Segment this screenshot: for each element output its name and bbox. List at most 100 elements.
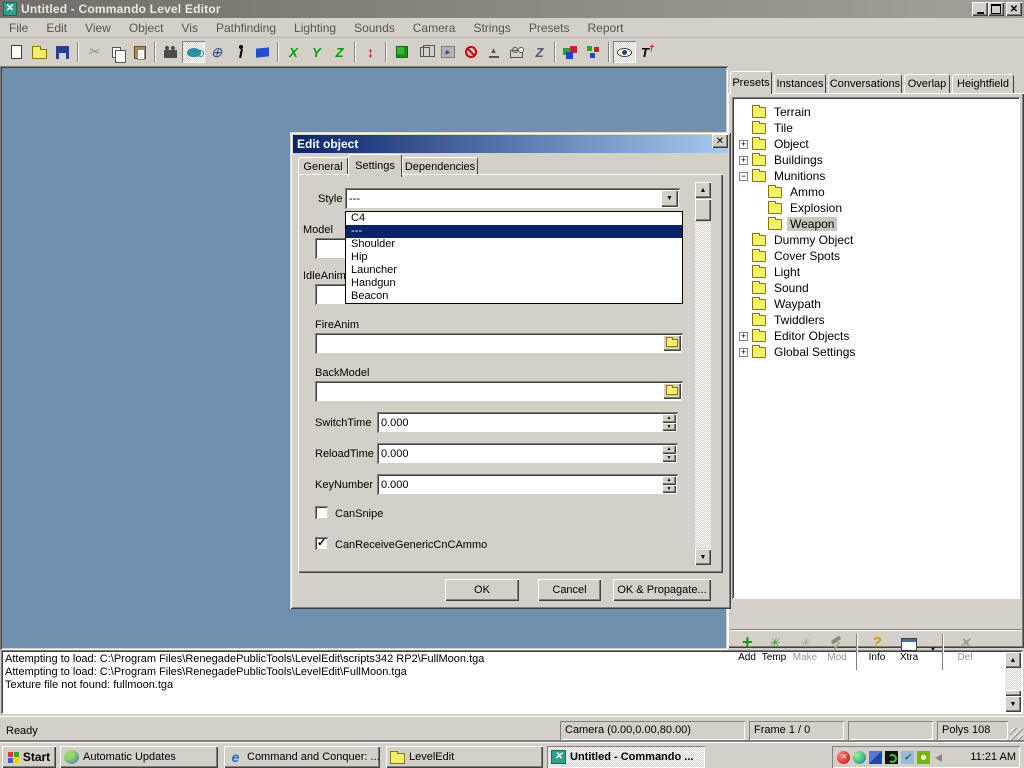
- tree-item-buildings[interactable]: Buildings: [732, 152, 1020, 168]
- scroll-thumb[interactable]: [695, 199, 711, 221]
- tab-conversations[interactable]: Conversations: [828, 74, 902, 93]
- task-leveledit[interactable]: LevelEdit: [386, 746, 543, 768]
- reloadtime-field[interactable]: 0.000: [377, 443, 678, 464]
- tree-item-tile[interactable]: Tile: [732, 120, 1020, 136]
- ok-button[interactable]: OK: [445, 579, 519, 601]
- render-mode-button[interactable]: [182, 41, 205, 63]
- resize-grip[interactable]: [1010, 728, 1023, 741]
- expand-icon[interactable]: [739, 332, 748, 341]
- billboard-button[interactable]: [436, 41, 459, 63]
- keynumber-spinner[interactable]: [662, 476, 676, 493]
- tab-heightfield[interactable]: Heightfield: [952, 74, 1014, 93]
- dropdown-item-selected[interactable]: ---: [346, 225, 682, 238]
- tree-item-waypath[interactable]: Waypath: [732, 296, 1020, 312]
- copy-button[interactable]: [105, 41, 128, 63]
- tree-item-cover-spots[interactable]: Cover Spots: [732, 248, 1020, 264]
- solid-cube-button[interactable]: [390, 41, 413, 63]
- expand-icon[interactable]: [739, 156, 748, 165]
- menu-sounds[interactable]: Sounds: [345, 18, 404, 38]
- menu-report[interactable]: Report: [579, 18, 633, 38]
- tree-item-twiddlers[interactable]: Twiddlers: [732, 312, 1020, 328]
- style-combobox[interactable]: ---: [345, 188, 680, 209]
- rgb-cubes-button[interactable]: [559, 41, 582, 63]
- error-status-icon[interactable]: [837, 751, 850, 764]
- scroll-down-icon[interactable]: [695, 549, 711, 565]
- dialog-close-button[interactable]: [712, 134, 728, 148]
- info-button[interactable]: Info: [862, 634, 892, 663]
- move-vertical-button[interactable]: [359, 41, 382, 63]
- nvidia-settings-icon[interactable]: [917, 751, 930, 764]
- minimize-button[interactable]: [972, 2, 988, 16]
- paste-button[interactable]: [128, 41, 151, 63]
- dropdown-item[interactable]: Hip: [346, 251, 682, 264]
- fireanim-field[interactable]: [315, 333, 683, 354]
- text-marker-button[interactable]: T: [636, 41, 659, 63]
- tree-item-weapon[interactable]: Weapon: [732, 216, 1020, 232]
- expand-icon[interactable]: [739, 140, 748, 149]
- drop-to-ground-button[interactable]: [482, 41, 505, 63]
- canreceive-checkbox[interactable]: [315, 537, 328, 550]
- axis-y-button[interactable]: Y: [305, 41, 328, 63]
- spin-down-icon[interactable]: [662, 423, 676, 432]
- task-commando-editor[interactable]: Untitled - Commando ...: [547, 746, 705, 768]
- spin-up-icon[interactable]: [662, 414, 676, 423]
- add-button[interactable]: Add: [732, 634, 762, 663]
- spin-up-icon[interactable]: [662, 445, 676, 454]
- movie-camera-button[interactable]: [159, 41, 182, 63]
- rotate-axis-button[interactable]: [205, 41, 228, 63]
- tree-item-global-settings[interactable]: Global Settings: [732, 344, 1020, 360]
- volume-icon[interactable]: [933, 751, 946, 764]
- dropdown-item[interactable]: Handgun: [346, 277, 682, 290]
- keynumber-field[interactable]: 0.000: [377, 474, 678, 495]
- temp-button[interactable]: Temp: [759, 634, 789, 663]
- switchtime-field[interactable]: 0.000: [377, 412, 678, 433]
- tree-item-explosion[interactable]: Explosion: [732, 200, 1020, 216]
- tab-overlap[interactable]: Overlap: [904, 74, 950, 93]
- menu-view[interactable]: View: [76, 18, 120, 38]
- tree-item-ammo[interactable]: Ammo: [732, 184, 1020, 200]
- scroll-track[interactable]: [695, 222, 711, 548]
- menu-file[interactable]: File: [0, 18, 37, 38]
- dropdown-item[interactable]: C4: [346, 212, 682, 225]
- scroll-up-icon[interactable]: [695, 182, 711, 198]
- make-button[interactable]: Make: [790, 634, 820, 663]
- cut-button[interactable]: [82, 41, 105, 63]
- save-button[interactable]: [51, 41, 74, 63]
- polygon-zone-button[interactable]: [528, 41, 551, 63]
- task-automatic-updates[interactable]: Automatic Updates: [60, 746, 218, 768]
- reloadtime-spinner[interactable]: [662, 445, 676, 462]
- start-button[interactable]: Start: [2, 746, 56, 768]
- tab-instances[interactable]: Instances: [774, 74, 826, 93]
- windows-update-icon[interactable]: [853, 751, 866, 764]
- dropdown-item[interactable]: Beacon: [346, 290, 682, 303]
- menu-pathfinding[interactable]: Pathfinding: [207, 18, 285, 38]
- tree-item-light[interactable]: Light: [732, 264, 1020, 280]
- tab-presets[interactable]: Presets: [730, 71, 772, 94]
- menu-edit[interactable]: Edit: [37, 18, 76, 38]
- menu-lighting[interactable]: Lighting: [285, 18, 345, 38]
- tree-item-editor-objects[interactable]: Editor Objects: [732, 328, 1020, 344]
- camera-settings-button[interactable]: [505, 41, 528, 63]
- del-button[interactable]: Del: [950, 634, 980, 663]
- combo-dropdown-button[interactable]: [661, 190, 678, 207]
- fireanim-browse-button[interactable]: [663, 335, 681, 351]
- tree-item-sound[interactable]: Sound: [732, 280, 1020, 296]
- spin-down-icon[interactable]: [662, 485, 676, 494]
- wireless-signal-icon[interactable]: [885, 751, 898, 764]
- cansnipe-checkbox[interactable]: [315, 506, 328, 519]
- dropdown-item[interactable]: Shoulder: [346, 238, 682, 251]
- flag-button[interactable]: [251, 41, 274, 63]
- mod-button[interactable]: Mod: [822, 634, 852, 663]
- small-cubes-button[interactable]: [582, 41, 605, 63]
- menu-object[interactable]: Object: [120, 18, 173, 38]
- switchtime-spinner[interactable]: [662, 414, 676, 431]
- spin-down-icon[interactable]: [662, 454, 676, 463]
- dialog-scrollbar[interactable]: [695, 182, 711, 565]
- open-button[interactable]: [28, 41, 51, 63]
- menu-presets[interactable]: Presets: [520, 18, 579, 38]
- backmodel-browse-button[interactable]: [663, 383, 681, 399]
- vis-block-button[interactable]: [459, 41, 482, 63]
- wireframe-button[interactable]: [413, 41, 436, 63]
- menu-strings[interactable]: Strings: [464, 18, 519, 38]
- cancel-button[interactable]: Cancel: [538, 579, 601, 601]
